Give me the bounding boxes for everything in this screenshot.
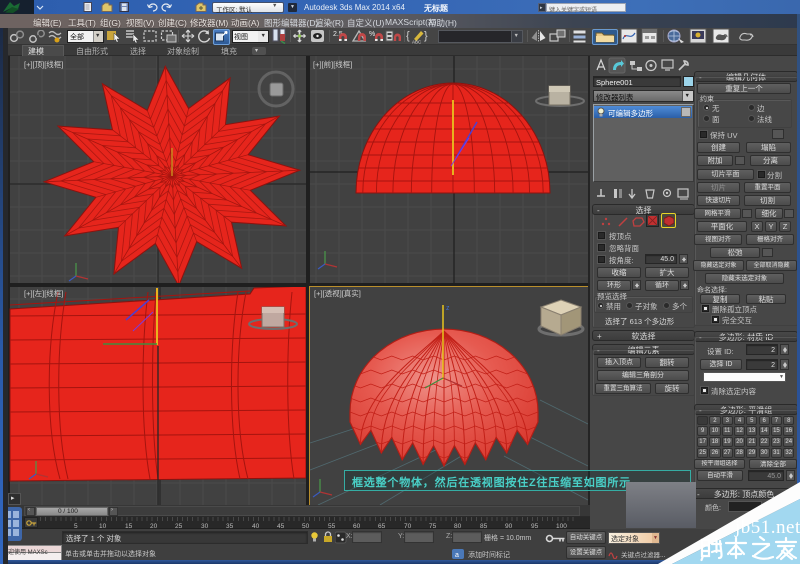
svg-text:}: } bbox=[424, 30, 428, 42]
svg-text:ABC: ABC bbox=[412, 40, 422, 45]
svg-text:%: % bbox=[369, 31, 375, 38]
svg-text:a: a bbox=[455, 552, 459, 559]
svg-text:{: { bbox=[406, 30, 410, 42]
